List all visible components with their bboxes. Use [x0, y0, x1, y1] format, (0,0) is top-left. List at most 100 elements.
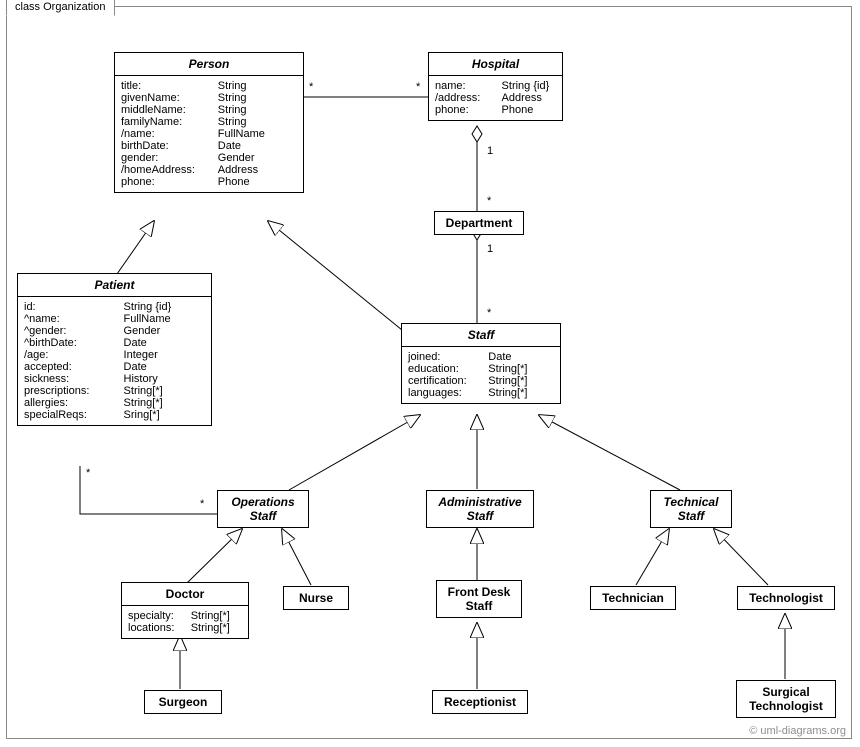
class-surgeon-title: Surgeon	[145, 691, 221, 713]
attr-name: phone:	[121, 176, 218, 188]
class-person-attrs: title:StringgivenName:StringmiddleName:S…	[115, 76, 303, 192]
attr-type: Gender	[124, 325, 205, 337]
attr-type: String[*]	[488, 387, 554, 399]
class-doctor: Doctor specialty:String[*]locations:Stri…	[121, 582, 249, 639]
attr-type: Phone	[502, 104, 556, 116]
attr-name: /name:	[121, 128, 218, 140]
attr-type: History	[124, 373, 205, 385]
attr-row: ^name:FullName	[24, 313, 205, 325]
attr-row: phone:Phone	[435, 104, 556, 116]
attr-row: /age:Integer	[24, 349, 205, 361]
class-technician-title: Technician	[591, 587, 675, 609]
attr-name: title:	[121, 80, 218, 92]
attr-type: String[*]	[124, 397, 205, 409]
attr-name: languages:	[408, 387, 488, 399]
class-doctor-title: Doctor	[122, 583, 248, 606]
class-patient-attrs: id:String {id}^name:FullName^gender:Gend…	[18, 297, 211, 425]
class-department: Department	[434, 211, 524, 235]
attr-name: gender:	[121, 152, 218, 164]
mult-dept-staff-star: *	[487, 307, 491, 319]
class-ops-staff: Operations Staff	[217, 490, 309, 528]
attr-type: Gender	[218, 152, 297, 164]
attr-row: prescriptions:String[*]	[24, 385, 205, 397]
attr-name: ^name:	[24, 313, 124, 325]
attr-name: givenName:	[121, 92, 218, 104]
attr-row: education:String[*]	[408, 363, 554, 375]
attr-row: birthDate:Date	[121, 140, 297, 152]
attr-type: String {id}	[502, 80, 556, 92]
mult-person-hosp-right: *	[416, 81, 420, 93]
attr-row: joined:Date	[408, 351, 554, 363]
class-receptionist: Receptionist	[432, 690, 528, 714]
class-department-title: Department	[435, 212, 523, 234]
attr-type: String	[218, 116, 297, 128]
class-surg-tech: Surgical Technologist	[736, 680, 836, 718]
attr-type: Date	[488, 351, 554, 363]
attr-name: ^birthDate:	[24, 337, 124, 349]
class-admin-staff-title: Administrative Staff	[427, 491, 533, 527]
attr-row: specialReqs:Sring[*]	[24, 409, 205, 421]
attr-name: /homeAddress:	[121, 164, 218, 176]
class-receptionist-title: Receptionist	[433, 691, 527, 713]
attr-row: allergies:String[*]	[24, 397, 205, 409]
attr-name: specialReqs:	[24, 409, 124, 421]
class-surgeon: Surgeon	[144, 690, 222, 714]
class-patient-title: Patient	[18, 274, 211, 297]
class-frontdesk: Front Desk Staff	[436, 580, 522, 618]
attr-type: Date	[218, 140, 297, 152]
attr-name: education:	[408, 363, 488, 375]
attr-type: String[*]	[488, 363, 554, 375]
attr-name: locations:	[128, 622, 191, 634]
attr-name: ^gender:	[24, 325, 124, 337]
class-staff: Staff joined:Dateeducation:String[*]cert…	[401, 323, 561, 404]
attr-type: String[*]	[124, 385, 205, 397]
class-nurse-title: Nurse	[284, 587, 348, 609]
attr-row: sickness:History	[24, 373, 205, 385]
attr-type: FullName	[218, 128, 297, 140]
class-staff-attrs: joined:Dateeducation:String[*]certificat…	[402, 347, 560, 403]
attr-type: String {id}	[124, 301, 205, 313]
attr-type: String	[218, 80, 297, 92]
attr-type: Phone	[218, 176, 297, 188]
attr-row: middleName:String	[121, 104, 297, 116]
mult-patient-ops-right: *	[200, 498, 204, 510]
attr-row: familyName:String	[121, 116, 297, 128]
attr-name: prescriptions:	[24, 385, 124, 397]
attr-name: familyName:	[121, 116, 218, 128]
attr-row: /address:Address	[435, 92, 556, 104]
attr-row: givenName:String	[121, 92, 297, 104]
attr-type: String[*]	[191, 610, 242, 622]
attr-name: name:	[435, 80, 502, 92]
attr-name: specialty:	[128, 610, 191, 622]
attr-type: FullName	[124, 313, 205, 325]
attr-row: specialty:String[*]	[128, 610, 242, 622]
class-admin-staff: Administrative Staff	[426, 490, 534, 528]
attr-name: certification:	[408, 375, 488, 387]
class-patient: Patient id:String {id}^name:FullName^gen…	[17, 273, 212, 426]
mult-person-hosp-left: *	[309, 81, 313, 93]
attr-name: accepted:	[24, 361, 124, 373]
class-nurse: Nurse	[283, 586, 349, 610]
attr-name: joined:	[408, 351, 488, 363]
attr-name: sickness:	[24, 373, 124, 385]
attr-name: middleName:	[121, 104, 218, 116]
attr-name: allergies:	[24, 397, 124, 409]
attr-type: String[*]	[191, 622, 242, 634]
attr-row: /name:FullName	[121, 128, 297, 140]
class-staff-title: Staff	[402, 324, 560, 347]
attr-row: phone:Phone	[121, 176, 297, 188]
class-hospital-attrs: name:String {id}/address:Addressphone:Ph…	[429, 76, 562, 120]
class-hospital: Hospital name:String {id}/address:Addres…	[428, 52, 563, 121]
class-technologist: Technologist	[737, 586, 835, 610]
mult-patient-ops-left: *	[86, 467, 90, 479]
attr-row: id:String {id}	[24, 301, 205, 313]
attr-type: String	[218, 104, 297, 116]
attr-row: /homeAddress:Address	[121, 164, 297, 176]
attr-name: /address:	[435, 92, 502, 104]
attr-type: Integer	[124, 349, 205, 361]
class-person: Person title:StringgivenName:Stringmiddl…	[114, 52, 304, 193]
mult-dept-staff-1: 1	[487, 243, 493, 255]
copyright-text: © uml-diagrams.org	[749, 725, 846, 737]
attr-name: birthDate:	[121, 140, 218, 152]
class-ops-staff-title: Operations Staff	[218, 491, 308, 527]
